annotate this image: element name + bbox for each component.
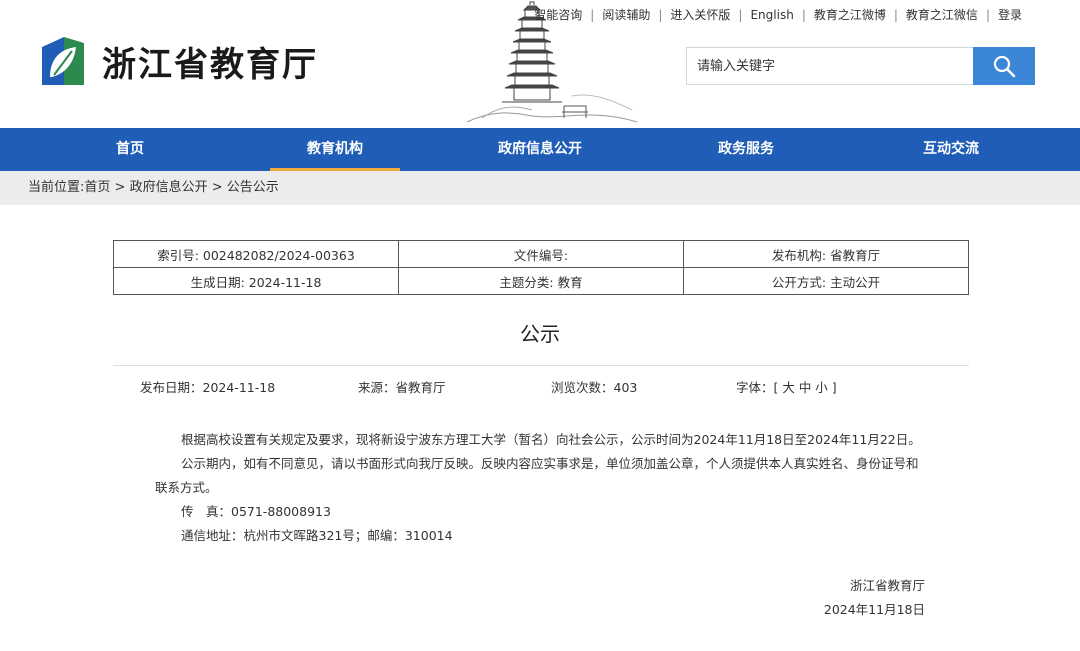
article-title: 公示 — [520, 322, 560, 346]
meta-topic: 主题分类: 教育 — [398, 267, 684, 295]
breadcrumb-item-home[interactable]: 首页 — [84, 180, 110, 195]
top-link-weibo[interactable]: 教育之江微博 — [814, 6, 886, 23]
search-bar — [686, 47, 1035, 85]
separator: | — [801, 7, 806, 22]
table-row: 索引号: 002482082/2024-00363 文件编号: 发布机构: 省教… — [113, 240, 969, 268]
site-name: 浙江省教育厅 — [102, 44, 318, 85]
top-link-smart-consult[interactable]: 智能咨询 — [534, 6, 582, 23]
breadcrumb-separator: > — [211, 180, 223, 195]
site-logo[interactable]: 浙江省教育厅 — [38, 33, 318, 89]
article-source: 来源：省教育厅 — [358, 380, 446, 395]
meta-publisher: 发布机构: 省教育厅 — [683, 240, 969, 268]
article-paragraph: 传 真：0571-88008913 — [181, 504, 331, 519]
top-link-wechat[interactable]: 教育之江微信 — [906, 6, 978, 23]
breadcrumb-item-gov-info[interactable]: 政府信息公开 — [130, 180, 208, 195]
meta-document-number: 文件编号: — [398, 240, 684, 268]
nav-item-institutions[interactable]: 教育机构 — [270, 128, 400, 171]
main-nav: 首页 教育机构 政府信息公开 政务服务 互动交流 — [0, 128, 1080, 171]
search-icon — [993, 55, 1016, 78]
separator: | — [893, 7, 898, 22]
nav-item-interaction[interactable]: 互动交流 — [851, 128, 1051, 171]
breadcrumb: 当前位置:首页 > 政府信息公开 > 公告公示 — [0, 171, 1080, 205]
search-input[interactable] — [686, 47, 973, 85]
breadcrumb-prefix: 当前位置: — [28, 180, 85, 195]
article-publish-date: 发布日期：2024-11-18 — [140, 380, 276, 395]
article-view-count: 浏览次数：403 — [551, 380, 638, 395]
table-row: 生成日期: 2024-11-18 主题分类: 教育 公开方式: 主动公开 — [113, 267, 969, 295]
article-paragraph: 根据高校设置有关规定及要求，现将新设宁波东方理工大学（暂名）向社会公示，公示时间… — [181, 432, 921, 447]
separator: | — [658, 7, 663, 22]
top-link-english[interactable]: English — [750, 8, 793, 22]
article-body: 根据高校设置有关规定及要求，现将新设宁波东方理工大学（暂名）向社会公示，公示时间… — [155, 428, 925, 548]
document-meta-table: 索引号: 002482082/2024-00363 文件编号: 发布机构: 省教… — [113, 240, 969, 295]
meta-disclosure: 公开方式: 主动公开 — [683, 267, 969, 295]
article-signature: 浙江省教育厅 — [849, 578, 925, 593]
article-paragraph: 通信地址：杭州市文晖路321号；邮编：310014 — [181, 528, 453, 543]
separator: | — [985, 7, 990, 22]
logo-icon — [42, 37, 84, 85]
separator: | — [738, 7, 743, 22]
meta-index-number: 索引号: 002482082/2024-00363 — [113, 240, 399, 268]
article-sign-date: 2024年11月18日 — [823, 602, 925, 617]
top-link-login[interactable]: 登录 — [998, 6, 1022, 23]
top-link-reading-aid[interactable]: 阅读辅助 — [602, 6, 650, 23]
font-size-control[interactable]: 字体：[ 大 中 小 ] — [736, 377, 837, 396]
nav-item-gov-info[interactable]: 政府信息公开 — [440, 128, 640, 171]
separator: | — [590, 7, 595, 22]
breadcrumb-separator: > — [114, 180, 126, 195]
breadcrumb-item-announcements[interactable]: 公告公示 — [227, 180, 279, 195]
search-button[interactable] — [973, 47, 1035, 85]
article-paragraph: 公示期内，如有不同意见，请以书面形式向我厅反映。反映内容应实事求是，单位须加盖公… — [155, 456, 919, 495]
meta-created-date: 生成日期: 2024-11-18 — [113, 267, 399, 295]
site-header: 浙江省教育厅 智能咨询 | 阅读辅助 | 进入关怀版 | English | 教… — [0, 0, 1080, 128]
nav-item-home[interactable]: 首页 — [30, 128, 230, 171]
nav-item-services[interactable]: 政务服务 — [646, 128, 846, 171]
divider — [113, 365, 969, 366]
top-link-care-mode[interactable]: 进入关怀版 — [670, 6, 730, 23]
top-links: 智能咨询 | 阅读辅助 | 进入关怀版 | English | 教育之江微博 |… — [534, 6, 1022, 23]
